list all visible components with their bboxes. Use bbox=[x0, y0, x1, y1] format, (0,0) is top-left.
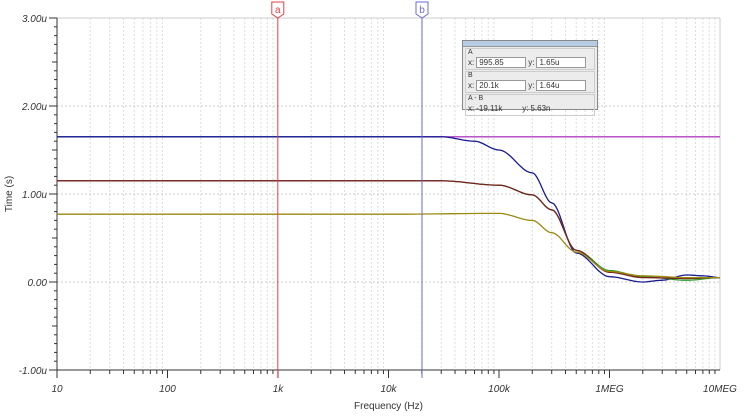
x-label: x: bbox=[468, 58, 475, 67]
cursor-a-group: A x: 995.85 y: 1.65u bbox=[465, 48, 595, 70]
x-tick-label: 10 bbox=[51, 384, 63, 395]
x-label: x: bbox=[468, 81, 475, 90]
x-tick-label: 10MEG bbox=[703, 384, 737, 395]
x-tick-label: 1k bbox=[273, 384, 285, 395]
cursor-b-y-field[interactable]: 1.64u bbox=[536, 80, 587, 91]
x-tick-label: 100 bbox=[159, 384, 176, 395]
cursor-a-label[interactable]: a bbox=[275, 5, 281, 16]
y-label: y: bbox=[522, 104, 529, 113]
x-tick-label: 10k bbox=[380, 384, 397, 395]
y-tick-label: 3.00u bbox=[22, 14, 47, 25]
difference-label: A - B bbox=[468, 95, 484, 102]
cursor-b-label[interactable]: b bbox=[419, 5, 425, 16]
y-tick-label: 2.00u bbox=[21, 102, 47, 113]
x-axis-label: Frequency (Hz) bbox=[354, 401, 423, 412]
difference-x-value: -19.11k bbox=[476, 104, 503, 113]
chart-plot[interactable]: 3.00u 2.00u 1.00u 0.00 -1.00u10 100 1k 10k 100k 1… bbox=[0, 0, 750, 416]
y-label: y: bbox=[528, 58, 535, 67]
y-label: y: bbox=[528, 81, 535, 90]
x-tick-label: 100k bbox=[488, 384, 511, 395]
cursor-b-x-field[interactable]: 20.1k bbox=[476, 80, 527, 91]
y-tick-label: 0.00 bbox=[28, 278, 48, 289]
x-label: x: bbox=[468, 104, 475, 113]
difference-group: A - B x: -19.11k y: 5.63n bbox=[465, 94, 595, 116]
cursor-a-x-field[interactable]: 995.85 bbox=[476, 57, 527, 68]
cursor-readout-panel[interactable]: A x: 995.85 y: 1.65u B x: 20.1k y: 1.64u A - B… bbox=[462, 40, 598, 116]
y-tick-label: -1.00u bbox=[19, 366, 48, 377]
cursor-b-group: B x: 20.1k y: 1.64u bbox=[465, 71, 595, 93]
y-tick-label: 1.00u bbox=[22, 190, 47, 201]
difference-y-value: 5.63n bbox=[530, 104, 551, 113]
x-tick-label: 1MEG bbox=[595, 384, 624, 395]
cursor-b-label: B bbox=[468, 72, 473, 79]
readout-titlebar[interactable] bbox=[463, 41, 597, 47]
cursor-a-label: A bbox=[468, 49, 473, 56]
y-axis-label: Time (s) bbox=[4, 176, 15, 212]
cursor-a-y-field[interactable]: 1.65u bbox=[536, 57, 587, 68]
